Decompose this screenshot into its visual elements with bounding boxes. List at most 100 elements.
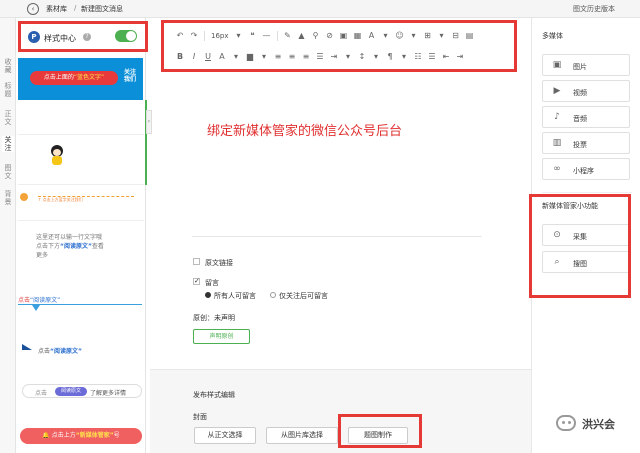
tab-follow[interactable]: 关注 — [2, 136, 14, 152]
background-color-icon[interactable]: ▆ — [243, 51, 257, 63]
undo-icon[interactable]: ↶ — [173, 30, 187, 42]
template-read-original-line[interactable]: 点击“阅读原文” — [18, 295, 142, 304]
text-indent-icon[interactable]: ⇥ — [453, 51, 467, 63]
pill-read-button: 阅读原文 — [55, 387, 87, 396]
tab-body[interactable]: 正文 — [3, 110, 13, 126]
line-height-icon[interactable]: ↕ — [355, 51, 369, 63]
tab-title[interactable]: 标题 — [3, 82, 13, 98]
clear-format-icon[interactable]: ▲ — [295, 30, 309, 42]
help-icon[interactable]: ? — [83, 33, 91, 41]
template-read-pill[interactable]: 点击 阅读原文 了解更多详情 — [22, 384, 142, 398]
select-from-library-button[interactable]: 从图片库选择 — [266, 427, 338, 444]
template-read-original-flag[interactable]: 点击“阅读原文” — [38, 346, 82, 355]
redo-icon[interactable]: ↷ — [187, 30, 201, 42]
paragraph-spacing-icon[interactable]: ¶ — [383, 51, 397, 63]
template-read-more-paragraph[interactable]: 这里还可以输一行文字哦 点击下方“阅读原文”查看 更多 — [36, 233, 136, 260]
chevron-down-icon[interactable]: ▾ — [379, 30, 393, 42]
image-label: 图片 — [573, 63, 587, 71]
source-link-label: 原文链接 — [205, 259, 233, 267]
chevron-down-icon[interactable]: ▾ — [369, 51, 383, 63]
history-versions-link[interactable]: 图文历史版本 — [573, 4, 615, 14]
make-title-image-button[interactable]: 题图制作 — [348, 427, 408, 444]
chevron-down-icon[interactable]: ▾ — [341, 51, 355, 63]
style-center-toggle[interactable] — [115, 30, 137, 42]
comment-checkbox[interactable] — [193, 277, 200, 285]
multimedia-image-button[interactable]: ▣ 图片 — [542, 54, 630, 76]
ordered-list-icon[interactable]: ☷ — [411, 51, 425, 63]
tool-collect-button[interactable]: ⊙ 采集 — [542, 224, 630, 246]
align-right-icon[interactable]: ≡ — [299, 51, 313, 63]
style-center-logo-icon: P — [28, 31, 40, 43]
text-style-icon[interactable]: A — [365, 30, 379, 42]
template-orange-dot — [20, 193, 28, 201]
grid-icon[interactable]: ⊟ — [449, 30, 463, 42]
collapse-panel-icon[interactable]: › — [146, 110, 152, 134]
template-divider — [18, 220, 144, 221]
chevron-down-icon[interactable]: ▾ — [407, 30, 421, 42]
font-color-icon[interactable]: A — [215, 51, 229, 63]
quote-icon[interactable]: ❝ — [246, 30, 260, 42]
horizontal-rule-icon[interactable]: — — [260, 30, 274, 42]
top-bar: ‹ 素材库 / 新建图文消息 图文历史版本 — [0, 0, 640, 18]
multimedia-mini-program-button[interactable]: ∞ 小程序 — [542, 158, 630, 180]
font-size-select[interactable]: 16px — [211, 32, 229, 40]
align-justify-icon[interactable]: ☰ — [313, 51, 327, 63]
unlink-icon[interactable]: ⊘ — [323, 30, 337, 42]
chevron-down-icon[interactable]: ▾ — [232, 30, 246, 42]
italic-icon[interactable]: I — [187, 51, 201, 63]
template-divider — [18, 184, 144, 185]
chevron-down-icon[interactable]: ▾ — [435, 30, 449, 42]
comment-followers-radio[interactable] — [270, 292, 276, 298]
comment-all-label: 所有人可留言 — [214, 292, 256, 300]
chevron-down-icon[interactable]: ▾ — [257, 51, 271, 63]
pill-post: 了解更多详情 — [90, 390, 127, 397]
template-red-follow-pill[interactable]: 🔔 点击上方“新媒体管家”号 — [20, 428, 142, 444]
format-brush-icon[interactable]: ✎ — [281, 30, 295, 42]
align-left-icon[interactable]: ≡ — [271, 51, 285, 63]
audio-icon: ♪ — [554, 112, 560, 122]
bold-icon[interactable]: B — [173, 51, 187, 63]
declare-original-button[interactable]: 声明原创 — [193, 329, 250, 344]
banner-pill: 点击上面的“蓝色文字” — [30, 71, 118, 85]
multimedia-video-button[interactable]: ▶ 视频 — [542, 80, 630, 102]
insert-image-menu-icon[interactable]: ⊞ — [421, 30, 435, 42]
chevron-down-icon[interactable]: ▾ — [397, 51, 411, 63]
banner-highlight-text: “蓝色文字” — [73, 74, 105, 81]
emoji-icon[interactable]: ☺ — [393, 30, 407, 42]
search-image-label: 搜图 — [573, 260, 587, 268]
tool-search-image-button[interactable]: ⌕ 搜图 — [542, 251, 630, 273]
editor-body-text[interactable]: 绑定新媒体管家的微信公众号后台 — [207, 120, 402, 139]
indent-icon[interactable]: ⇥ — [327, 51, 341, 63]
image-insert-icon[interactable]: ▣ — [337, 30, 351, 42]
tab-favorites[interactable]: 收藏 — [3, 58, 13, 74]
comment-label: 留言 — [205, 279, 219, 287]
unordered-list-icon[interactable]: ☰ — [425, 51, 439, 63]
style-center-label: 样式中心 — [44, 34, 76, 43]
template-divider — [18, 134, 144, 135]
video-label: 视频 — [573, 89, 587, 97]
left-tab-strip: 收藏 标题 正文 关注 图文 背景 — [0, 18, 16, 453]
tab-article[interactable]: 图文 — [3, 164, 13, 180]
table-icon[interactable]: ▦ — [351, 30, 365, 42]
breadcrumb-material-library[interactable]: 素材库 — [46, 4, 67, 14]
align-center-icon[interactable]: ≡ — [285, 51, 299, 63]
link-icon[interactable]: ⚲ — [309, 30, 323, 42]
editor-toolbar: ↶ ↷ 16px ▾ ❝ — ✎ ▲ ⚲ ⊘ ▣ ▦ A ▾ ☺ ▾ ⊞ ▾ ⊟… — [165, 24, 517, 69]
comment-all-radio[interactable] — [205, 292, 211, 298]
multimedia-audio-button[interactable]: ♪ 音频 — [542, 106, 630, 128]
multimedia-poll-button[interactable]: ▥ 投票 — [542, 132, 630, 154]
template-mascot[interactable] — [47, 145, 67, 167]
mini-program-icon: ∞ — [553, 164, 561, 174]
publish-style-title: 发布样式编辑 — [193, 391, 235, 399]
back-icon[interactable]: ‹ — [27, 3, 39, 15]
outdent-icon[interactable]: ⇤ — [439, 51, 453, 63]
right-panel-divider — [542, 192, 632, 193]
template-icon[interactable]: ▤ — [463, 30, 477, 42]
chevron-down-icon[interactable]: ▾ — [229, 51, 243, 63]
source-link-checkbox[interactable] — [193, 258, 200, 265]
tab-background[interactable]: 背景 — [3, 190, 13, 206]
select-from-body-button[interactable]: 从正文选择 — [194, 427, 256, 444]
template-mini-row[interactable]: ↑ 点击上方蓝字关注我们 — [38, 196, 134, 202]
template-follow-banner[interactable]: 点击上面的“蓝色文字” 关注 我们 — [18, 58, 143, 100]
underline-icon[interactable]: U — [201, 51, 215, 63]
